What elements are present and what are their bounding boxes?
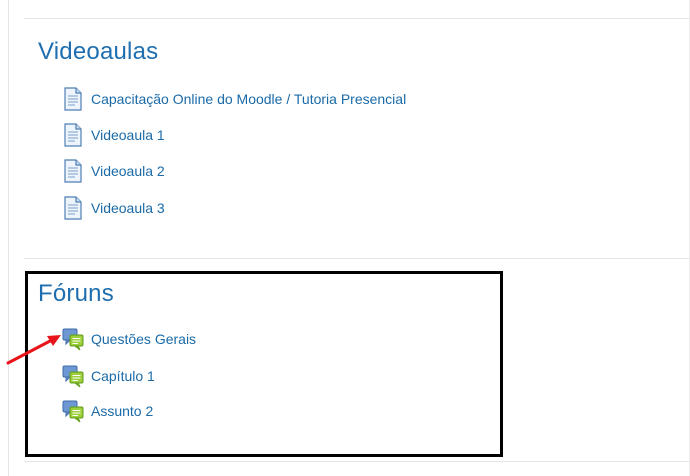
page-icon — [62, 159, 84, 183]
section-videoaulas: Videoaulas — [38, 38, 158, 66]
annotation-highlight-box — [25, 271, 503, 457]
activity-page-link[interactable]: Videoaula 2 — [62, 159, 165, 183]
activity-page-link[interactable]: Videoaula 3 — [62, 196, 165, 220]
activity-page-link[interactable]: Capacitação Online do Moodle / Tutoria P… — [62, 87, 406, 111]
page-icon — [62, 196, 84, 220]
section-divider — [24, 258, 690, 259]
activity-label: Videoaula 2 — [91, 163, 165, 179]
course-page: Videoaulas Capacitação Online do Moodle … — [0, 0, 690, 476]
section-divider — [24, 461, 690, 462]
left-border — [8, 0, 9, 476]
activity-label: Videoaula 1 — [91, 127, 165, 143]
page-icon — [62, 123, 84, 147]
activity-label: Capacitação Online do Moodle / Tutoria P… — [91, 91, 407, 107]
activity-page-link[interactable]: Videoaula 1 — [62, 123, 165, 147]
section-divider — [24, 18, 690, 19]
section-title: Videoaulas — [38, 38, 159, 65]
activity-label: Videoaula 3 — [91, 200, 165, 216]
page-icon — [62, 87, 84, 111]
annotation-arrow-icon — [6, 335, 61, 365]
